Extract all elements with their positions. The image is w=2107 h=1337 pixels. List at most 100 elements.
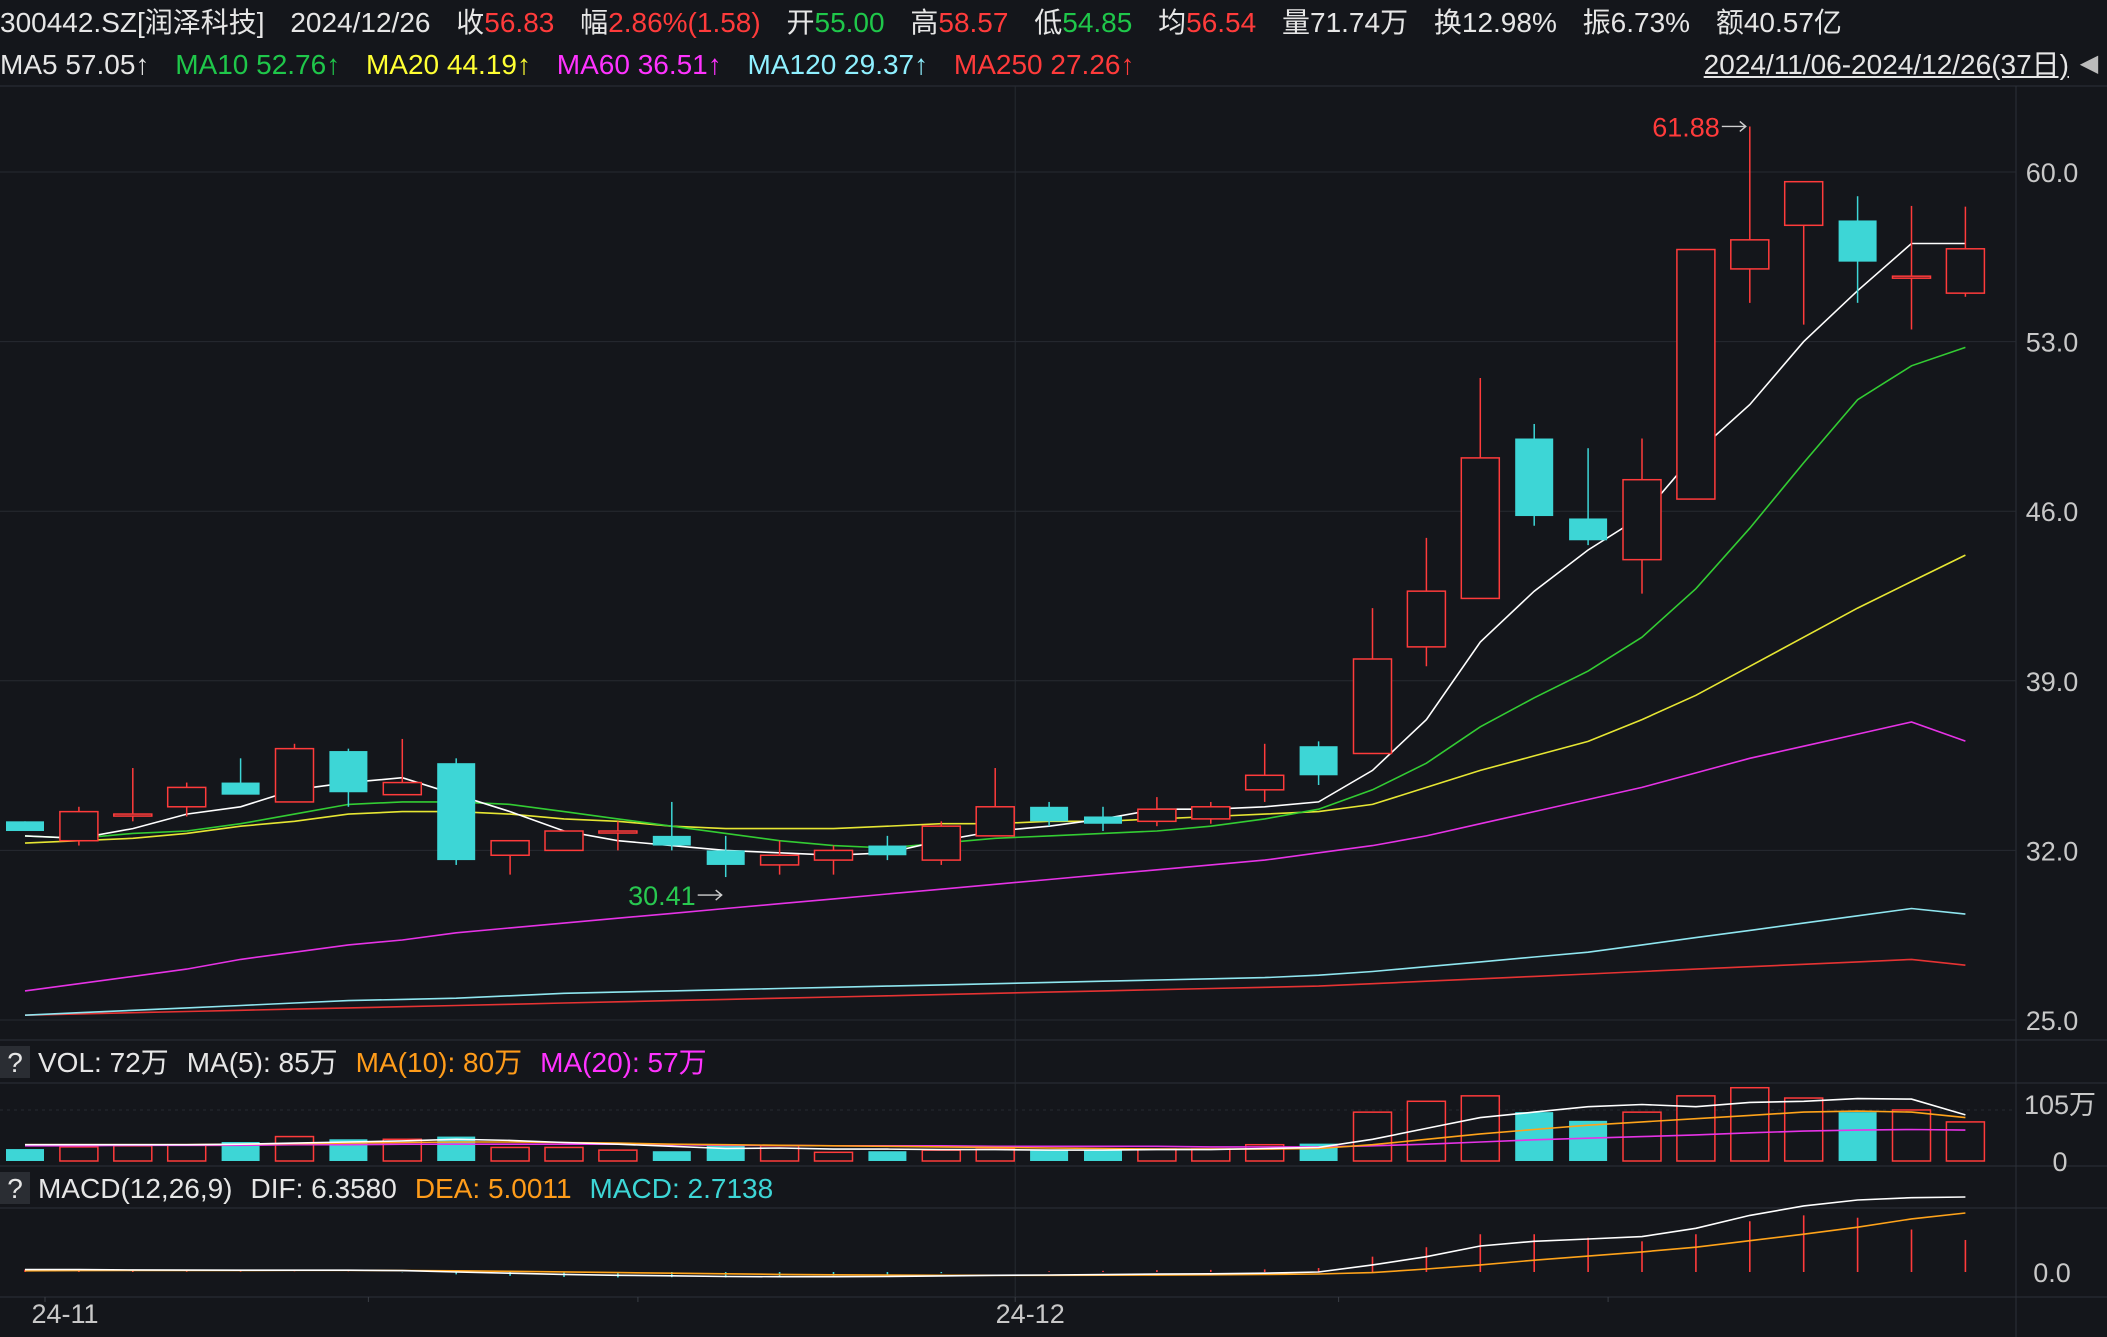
candle-body [329,751,368,793]
volume-bar [1515,1112,1554,1161]
candle [1838,196,1877,303]
candle [1622,438,1662,594]
candle [1406,537,1447,667]
candle [1569,448,1608,546]
dif-line [25,1196,1966,1278]
candle [166,782,207,817]
candle [329,748,368,807]
candle [759,840,800,875]
volume-bar [813,1151,854,1162]
candle-body [490,839,530,856]
candle-body [166,786,207,808]
candle [113,768,153,822]
volume-ma5-line [25,1097,1966,1151]
price-tick-label: 46.0 [2026,497,2079,527]
volume-bar [1838,1112,1877,1161]
candle-body [1622,478,1662,561]
candle [1515,423,1554,526]
high-arrow [1721,120,1747,132]
candle [1084,806,1122,832]
candle [59,806,99,846]
volume-bar [921,1149,962,1162]
candle [868,835,907,861]
volume-bar [1191,1148,1231,1162]
candle-body [1244,774,1285,791]
candle [1730,126,1770,303]
volume-bar [1945,1121,1986,1162]
candle-body [1406,590,1447,648]
candle-body [1191,806,1231,820]
candle-body [598,830,638,834]
volume-bar [274,1135,315,1162]
volume-bar [652,1151,691,1161]
high-annotation: 61.88 [1652,112,1720,142]
candle-body [6,821,44,832]
ma120-line [24,907,1966,1016]
candle-body [1030,806,1069,822]
candle [598,821,638,851]
candle [1945,206,1986,297]
volume-ma20-line [25,1128,1966,1148]
ma250-line [24,958,1966,1016]
macd-tick-label: 0.0 [2033,1258,2071,1288]
candle-body [113,813,153,817]
volume-bar [59,1146,99,1162]
volume-bar [598,1149,638,1162]
candle-body [221,782,260,795]
volume-bar [1030,1150,1069,1161]
candle [813,845,854,875]
price-tick-label: 25.0 [2026,1006,2079,1036]
candle-body [59,810,99,842]
volume-tick-label: 105万 [2024,1090,2096,1120]
candle [6,821,44,832]
candle-body [1945,248,1986,294]
candle [382,738,423,796]
volume-bar [544,1146,584,1162]
candle-body [437,763,476,861]
candle [437,758,476,865]
price-tick-label: 39.0 [2026,667,2079,697]
candle-body [1783,180,1824,227]
candle-body [1084,816,1122,824]
volume-bar [1084,1150,1122,1161]
candle-body [868,845,907,856]
volume-bar [113,1145,153,1162]
candle-body [544,830,584,852]
candle-body [382,781,423,796]
candle [921,821,962,865]
stock-chart[interactable]: 60.0 53.0 46.0 39.0 32.0 25.0 61.88 30.41 105万 0 0… [0,0,2107,1337]
candle-body [1891,275,1932,279]
volume-bar [166,1143,207,1162]
ma60-line [24,721,1966,992]
candle [1783,180,1824,325]
volume-bar [1891,1109,1932,1162]
candle-body [1730,239,1770,270]
x-tick-label: 24-11 [31,1299,98,1329]
candle-body [706,850,745,865]
candle-body [1838,220,1877,262]
low-arrow [697,889,723,901]
candle-body [1676,248,1716,500]
ma5-line [24,242,1966,857]
volume-bar [490,1146,530,1162]
volume-tick-label: 0 [2052,1147,2067,1177]
price-tick-label: 53.0 [2026,328,2079,358]
candle [1460,377,1501,600]
candle [706,835,745,878]
candle [544,830,584,852]
x-tick-label: 24-12 [996,1299,1065,1329]
candle [1352,608,1393,755]
candle-body [813,849,854,861]
candle [1676,248,1716,500]
candle-body [1137,808,1177,823]
candle-body [274,747,315,803]
candle [1891,205,1932,330]
volume-bar [1137,1148,1177,1162]
candle [1244,743,1285,802]
dea-line [24,1212,1966,1277]
price-tick-label: 60.0 [2026,158,2079,188]
volume-bar [1783,1097,1824,1162]
candle [1299,741,1338,785]
candle-body [652,835,691,846]
candle-body [1515,438,1554,517]
